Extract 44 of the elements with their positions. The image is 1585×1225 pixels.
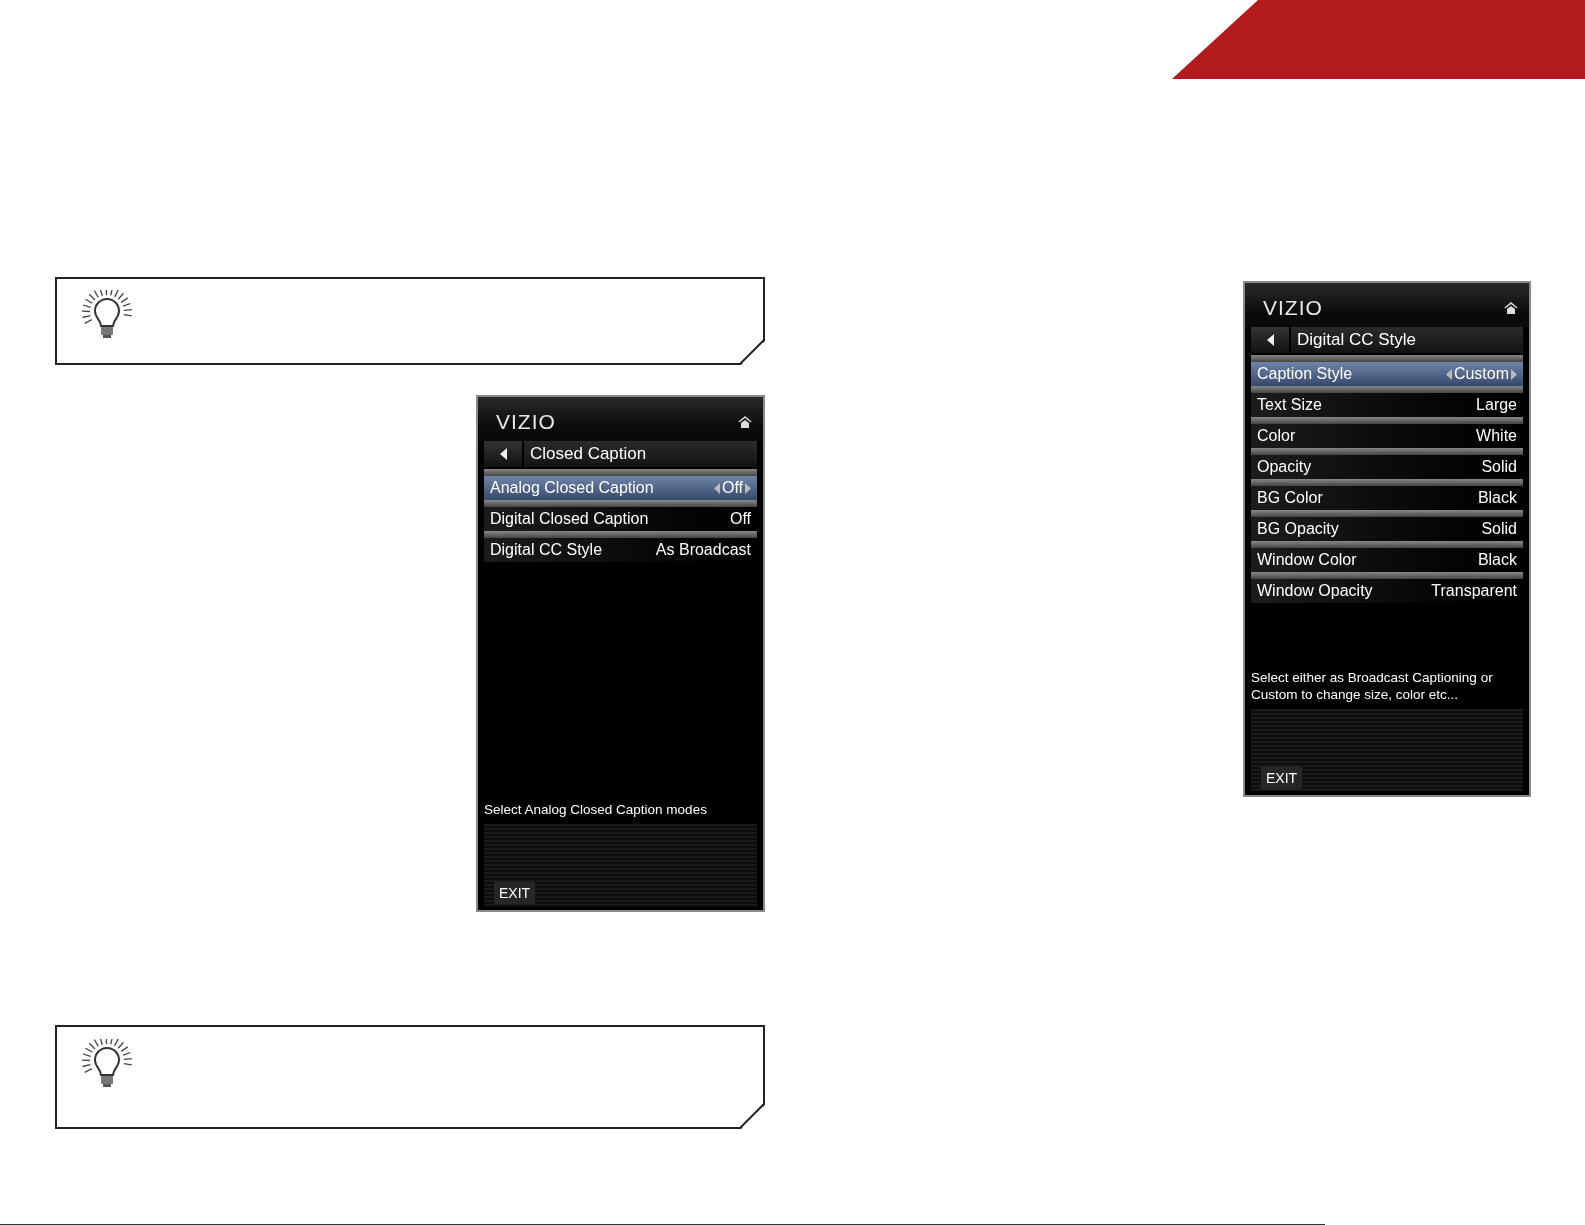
back-button[interactable] xyxy=(484,441,522,467)
menu-item[interactable]: Analog Closed Caption Off xyxy=(484,476,757,500)
menu-item-value: Custom xyxy=(1453,365,1509,383)
menu-item-value: Off xyxy=(721,479,743,497)
menu-item-value: Large xyxy=(1476,396,1517,414)
right-arrow-icon xyxy=(1511,368,1517,380)
menu-title: Closed Caption xyxy=(524,441,757,467)
menu-item-label: Color xyxy=(1257,427,1296,445)
menu-item-value: Transparent xyxy=(1431,582,1517,600)
menu-item-label: Digital CC Style xyxy=(490,541,603,559)
menu-item-label: Caption Style xyxy=(1257,365,1353,383)
menu-item-label: BG Opacity xyxy=(1257,520,1339,538)
menu-item-label: Opacity xyxy=(1257,458,1312,476)
menu-item-value: As Broadcast xyxy=(655,541,751,559)
left-arrow-icon xyxy=(1266,334,1274,346)
back-button[interactable] xyxy=(1251,327,1289,353)
menu-item-value: White xyxy=(1476,427,1517,445)
menu-item-label: BG Color xyxy=(1257,489,1323,507)
menu-item-label: Digital Closed Caption xyxy=(490,510,649,528)
help-text: Select Analog Closed Caption modes xyxy=(484,801,708,819)
menu-item-label: Text Size xyxy=(1257,396,1322,414)
menu-item-value: Solid xyxy=(1481,458,1517,476)
logo: VIZIO xyxy=(496,410,556,434)
right-arrow-icon xyxy=(745,482,751,494)
menu-title: Digital CC Style xyxy=(1291,327,1523,353)
menu-item-value: Black xyxy=(1477,551,1517,569)
exit-button[interactable]: EXIT xyxy=(1261,767,1303,789)
menu-item-label: Window Opacity xyxy=(1257,582,1373,600)
menu-item-value: Off xyxy=(729,510,751,528)
menu-item-label: Analog Closed Caption xyxy=(490,479,654,497)
menu-item-value: Black xyxy=(1477,489,1517,507)
lightbulb-icon xyxy=(80,1039,134,1089)
left-arrow-icon xyxy=(1445,368,1452,380)
lightbulb-icon xyxy=(80,290,134,340)
exit-button[interactable]: EXIT xyxy=(494,882,536,904)
home-icon xyxy=(1503,301,1519,315)
home-icon xyxy=(737,415,753,429)
left-arrow-icon xyxy=(713,482,720,494)
left-arrow-icon xyxy=(499,448,507,460)
menu-item[interactable]: Caption Style Custom xyxy=(1251,362,1523,386)
help-text: Select either as Broadcast Captioning or Custom to change size, color etc... xyxy=(1251,669,1494,704)
logo: VIZIO xyxy=(1263,296,1323,320)
menu-item-value: Solid xyxy=(1481,520,1517,538)
menu-item-label: Window Color xyxy=(1257,551,1357,569)
